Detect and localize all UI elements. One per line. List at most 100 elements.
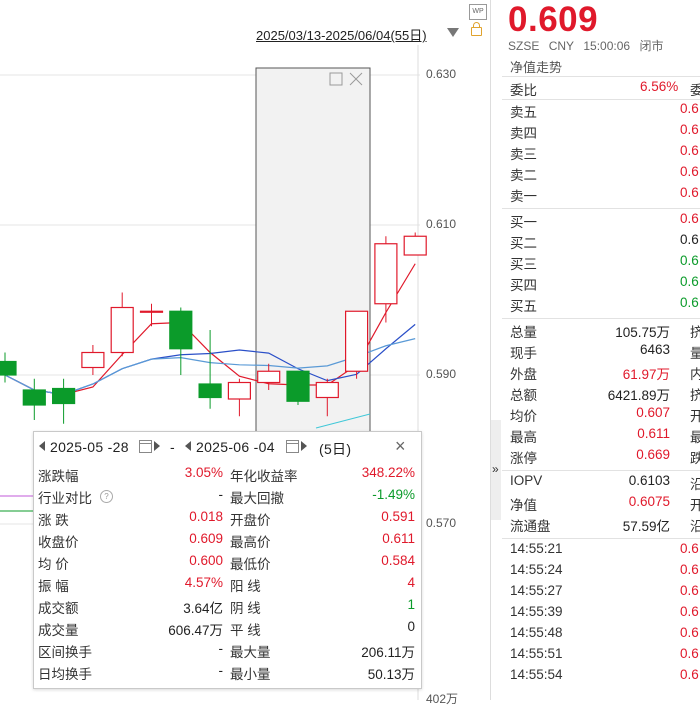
bid-row-value: 0.6 <box>680 211 699 226</box>
tick-row-value: 0.6 <box>680 646 699 661</box>
candle-body[interactable] <box>139 310 164 313</box>
tick-row: 14:55:24 0.6 <box>510 562 700 583</box>
candle-body[interactable] <box>374 243 398 305</box>
tick-row-label: 14:55:39 <box>510 604 563 619</box>
ask-row: 卖四 0.6 <box>510 122 700 143</box>
stat-label: 开盘价 <box>230 513 271 528</box>
stat-row: 外盘 61.97万 内 <box>510 363 700 384</box>
tick-row: 14:55:51 0.6 <box>510 646 700 667</box>
fund-row-label: 净值 <box>510 498 537 513</box>
expand-icon[interactable]: » <box>492 462 499 476</box>
quote-meta: SZSE CNY 15:00:06 闭市 <box>508 37 669 54</box>
candle-body[interactable] <box>81 351 105 369</box>
tick-row-value: 0.6 <box>680 541 699 556</box>
tick-row: 14:55:39 0.6 <box>510 604 700 625</box>
tick-row-label: 14:55:51 <box>510 646 563 661</box>
stat-label: 行业对比 <box>38 491 92 506</box>
stat-value: - <box>218 663 224 678</box>
stat-row-value: 0.611 <box>637 426 670 441</box>
weibi-extra: 委 <box>690 83 700 98</box>
bid-row-value: 0.6 <box>680 232 699 247</box>
stat-label: 日均换手 <box>38 667 92 682</box>
wp-icon[interactable]: WP <box>469 4 487 20</box>
bid-row-value: 0.6 <box>680 253 699 268</box>
market-status: 闭市 <box>639 39 664 53</box>
stat-row-extra: 内 <box>690 367 700 382</box>
candle-body[interactable] <box>110 306 134 354</box>
tick-row: 14:55:27 0.6 <box>510 583 700 604</box>
exchange: SZSE <box>508 39 540 53</box>
help-icon[interactable]: ? <box>100 490 113 503</box>
nav-trend-tab[interactable]: 净值走势 <box>510 57 562 76</box>
stats-row: 区间换手 - 最大量 206.11万 <box>34 641 421 663</box>
candle-body[interactable] <box>51 387 76 405</box>
prev-start-date-icon[interactable] <box>39 441 45 451</box>
stat-row-extra: 挤 <box>690 388 700 403</box>
stat-row: 涨停 0.669 跌 <box>510 447 700 468</box>
bid-row-label: 买一 <box>510 215 537 230</box>
bid-row: 买四 0.6 <box>510 274 700 295</box>
bid-row: 买二 0.6 <box>510 232 700 253</box>
stat-row-value: 6421.89万 <box>607 388 670 403</box>
stat-row-label: 涨停 <box>510 451 537 466</box>
stat-value: 348.22% <box>361 465 415 480</box>
candle-body[interactable] <box>403 235 427 256</box>
bid-row-label: 买四 <box>510 278 537 293</box>
fund-row: 流通盘 57.59亿 沿 <box>510 515 700 536</box>
date-range-selector[interactable]: 2025/03/13-2025/06/04(55日) <box>256 25 427 44</box>
ask-row-label: 卖三 <box>510 147 537 162</box>
candle-body[interactable] <box>198 383 222 399</box>
bid-row-value: 0.6 <box>680 295 699 310</box>
stat-label: 年化收益率 <box>230 469 298 484</box>
next-start-date-icon[interactable] <box>154 441 160 451</box>
divider <box>502 538 700 539</box>
dropdown-arrow-icon[interactable] <box>447 28 459 37</box>
candle-body[interactable] <box>257 370 281 384</box>
candle-body[interactable] <box>345 310 369 372</box>
bid-row: 买五 0.6 <box>510 295 700 316</box>
stat-label: 成交量 <box>38 623 79 638</box>
tick-row-label: 14:55:48 <box>510 625 563 640</box>
candle-body[interactable] <box>169 310 193 350</box>
bid-row-label: 买二 <box>510 236 537 251</box>
divider <box>502 318 700 319</box>
end-date[interactable]: 2025-06 -04 <box>196 439 275 455</box>
calendar-icon[interactable] <box>286 440 299 453</box>
start-date[interactable]: 2025-05 -28 <box>50 439 129 455</box>
prev-end-date-icon[interactable] <box>185 441 191 451</box>
stat-label: 最高价 <box>230 535 271 550</box>
stats-row: 成交额 3.64亿阴 线 1 <box>34 597 421 619</box>
stat-label: 阳 线 <box>230 579 261 594</box>
stats-row: 均 价 0.600 最低价 0.584 <box>34 553 421 575</box>
left-partial-lines <box>0 495 33 512</box>
candle-body[interactable] <box>22 389 46 406</box>
next-end-date-icon[interactable] <box>301 441 307 451</box>
interval-stats-popup: 2025-05 -28 - 2025-06 -04 (5日) × 涨跌幅 3.05… <box>33 431 422 689</box>
stat-row-value: 6463 <box>639 342 670 357</box>
lock-icon[interactable] <box>471 22 482 36</box>
candle-body[interactable] <box>315 381 339 399</box>
weibi-label: 委比 <box>510 83 537 98</box>
fund-row-extra: 沿 <box>690 519 700 534</box>
stat-row-label: 外盘 <box>510 367 537 382</box>
date-separator: - <box>170 439 175 455</box>
close-icon[interactable]: × <box>395 436 406 457</box>
bid-row-value: 0.6 <box>680 274 699 289</box>
stat-value: 0.018 <box>189 509 223 524</box>
stat-value: 3.64亿 <box>183 601 223 616</box>
tick-row-value: 0.6 <box>680 604 699 619</box>
y-axis-label: 0.630 <box>426 67 457 81</box>
candle-body[interactable] <box>286 370 310 402</box>
candle-body[interactable] <box>227 381 251 400</box>
selection-box[interactable] <box>255 67 371 449</box>
calendar-icon[interactable] <box>139 440 152 453</box>
weibi-row: 委比 6.56% 委 <box>510 79 700 100</box>
bid-row: 买一 0.6 <box>510 211 700 232</box>
stats-row: 涨跌幅 3.05% 年化收益率 348.22% <box>34 465 421 487</box>
candle-body[interactable] <box>0 360 17 376</box>
stat-value: 0.611 <box>382 531 415 546</box>
stat-row: 最高 0.611 最 <box>510 426 700 447</box>
stat-label: 最大回撤 <box>230 491 284 506</box>
stat-value: 1 <box>407 597 415 612</box>
stat-value: 0.584 <box>381 553 415 568</box>
